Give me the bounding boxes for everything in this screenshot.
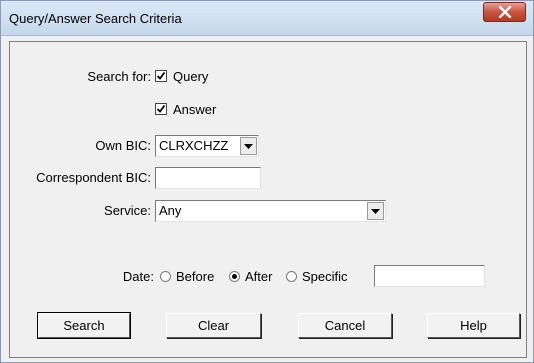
date-before-label: Before [176, 269, 215, 284]
checkmark-icon [156, 71, 166, 80]
date-after-radio[interactable] [229, 271, 240, 282]
date-specific-radio[interactable] [286, 271, 297, 282]
service-dropdown[interactable]: Any [155, 200, 386, 222]
dialog-body: Search for: Query Answer Own BIC: CLRXCH… [9, 41, 527, 358]
own-bic-label: Own BIC: [95, 138, 151, 153]
cancel-button[interactable]: Cancel [298, 313, 392, 338]
title-bar[interactable]: Query/Answer Search Criteria [1, 1, 533, 36]
close-x-icon [498, 6, 512, 18]
service-dropdown-arrow[interactable] [367, 202, 384, 220]
query-label: Query [173, 69, 209, 84]
own-bic-dropdown[interactable]: CLRXCHZZ [155, 135, 259, 157]
date-after-label: After [245, 269, 273, 284]
correspondent-bic-input[interactable] [155, 167, 261, 189]
answer-checkbox[interactable] [155, 103, 167, 115]
help-button[interactable]: Help [427, 313, 520, 338]
search-for-label: Search for: [87, 69, 151, 84]
specific-date-input[interactable] [374, 265, 485, 287]
window-title: Query/Answer Search Criteria [9, 11, 182, 26]
query-checkbox[interactable] [155, 70, 167, 82]
checkmark-icon [156, 104, 166, 113]
answer-label: Answer [173, 102, 217, 117]
service-label: Service: [104, 203, 151, 218]
own-bic-dropdown-arrow[interactable] [240, 137, 257, 155]
close-button[interactable] [483, 2, 526, 22]
search-button[interactable]: Search [37, 312, 131, 339]
own-bic-value: CLRXCHZZ [159, 138, 229, 153]
date-specific-label: Specific [302, 269, 348, 284]
date-before-radio[interactable] [160, 271, 171, 282]
chevron-down-icon [244, 144, 253, 149]
service-value: Any [159, 203, 182, 218]
date-label: Date: [122, 269, 154, 284]
clear-button[interactable]: Clear [166, 313, 261, 338]
correspondent-bic-label: Correspondent BIC: [36, 170, 151, 185]
dialog-window: Query/Answer Search Criteria Search for:… [0, 0, 534, 363]
chevron-down-icon [371, 209, 380, 214]
